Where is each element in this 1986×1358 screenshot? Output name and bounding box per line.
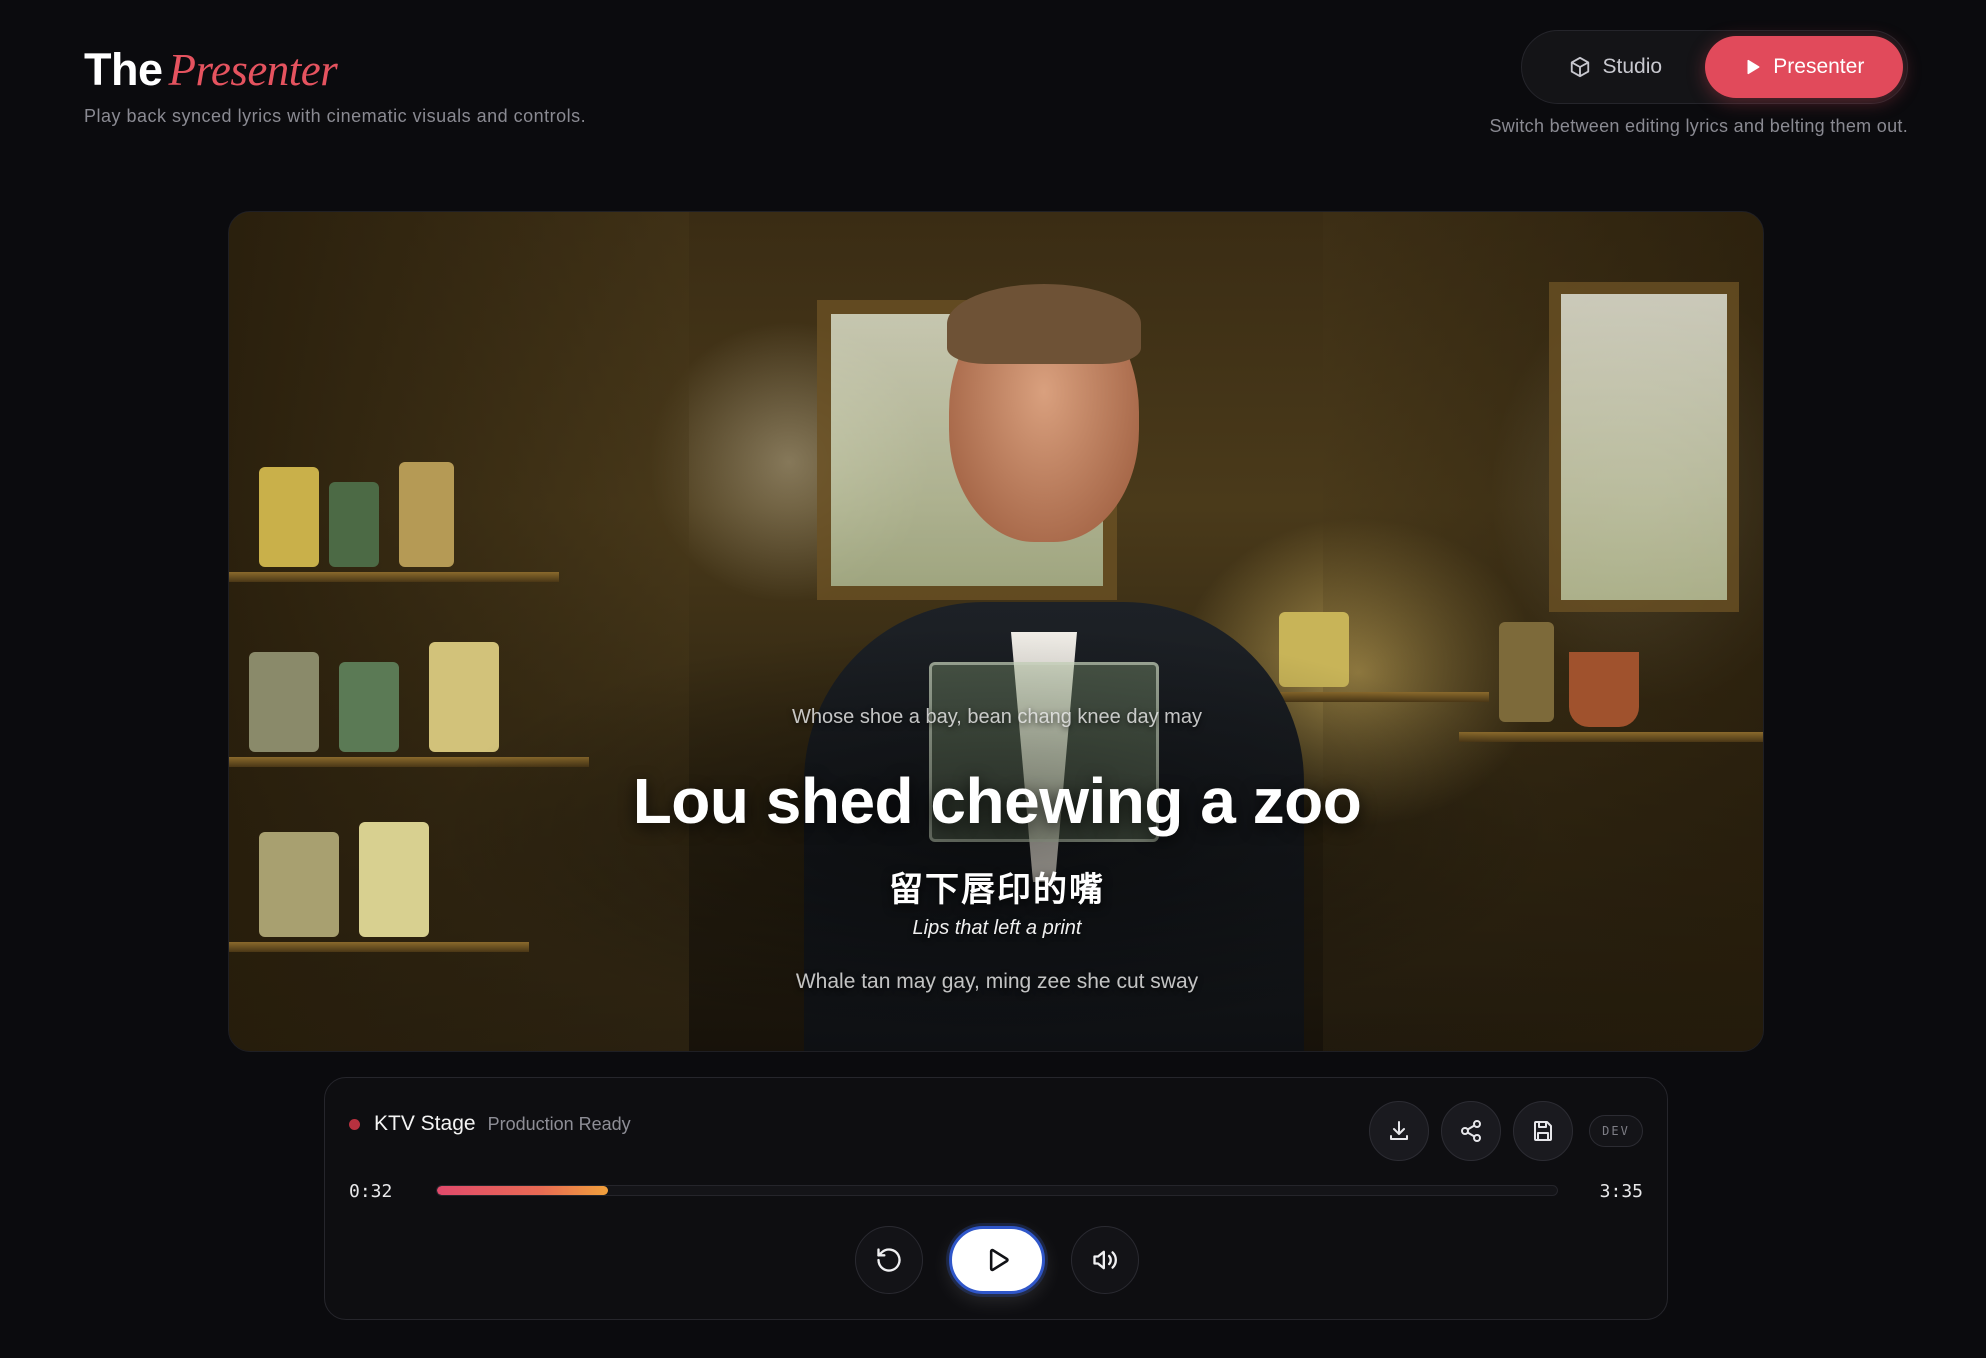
transport-controls	[325, 1226, 1669, 1294]
total-time: 3:35	[1599, 1181, 1643, 1202]
title-presenter: Presenter	[168, 45, 338, 95]
save-icon	[1534, 1121, 1552, 1141]
progress-track[interactable]	[436, 1185, 1558, 1196]
presenter-mode-button[interactable]: Presenter	[1704, 36, 1903, 98]
restart-icon	[877, 1248, 901, 1272]
play-icon	[1747, 59, 1760, 75]
volume-button[interactable]	[1071, 1226, 1139, 1294]
progress-fill	[437, 1186, 609, 1195]
status-dot	[349, 1118, 360, 1130]
presenter-mode-label: Presenter	[1773, 55, 1865, 78]
download-icon	[1390, 1121, 1408, 1140]
dev-badge[interactable]: DEV	[1589, 1115, 1643, 1147]
lyric-stage: Whose shoe a bay, bean chang knee day ma…	[228, 211, 1764, 1052]
panel-header: KTV Stage Production Ready	[349, 1112, 631, 1136]
presenter-page: The Presenter Play back synced lyrics wit…	[0, 0, 1986, 1358]
page-subtitle: Play back synced lyrics with cinematic v…	[84, 106, 587, 126]
restart-button[interactable]	[855, 1226, 923, 1294]
save-button[interactable]	[1513, 1101, 1573, 1161]
lyric-current-hanzi: 留下唇印的嘴	[889, 870, 1105, 910]
mode-switch: Studio Presenter	[1521, 30, 1908, 104]
status-label: Production Ready	[487, 1113, 631, 1134]
brand: The Presenter Play back synced lyrics wit…	[84, 44, 586, 127]
playback-panel: KTV Stage Production Ready DEV 0:32 3:35	[324, 1077, 1668, 1320]
studio-mode-button[interactable]: Studio	[1526, 36, 1705, 98]
share-button[interactable]	[1441, 1101, 1501, 1161]
download-button[interactable]	[1369, 1101, 1429, 1161]
volume-icon	[1093, 1250, 1117, 1270]
current-time: 0:32	[349, 1181, 393, 1202]
studio-mode-label: Studio	[1602, 55, 1663, 78]
lyric-next-line: Whale tan may gay, ming zee she cut sway	[795, 970, 1199, 993]
title-the: The	[84, 44, 163, 95]
play-button[interactable]	[949, 1226, 1045, 1294]
page-title: The Presenter	[84, 44, 586, 96]
mode-caption: Switch between editing lyrics and beltin…	[1489, 116, 1908, 136]
play-icon	[989, 1248, 1009, 1272]
stage-name: KTV Stage	[374, 1112, 476, 1135]
lyric-current-line: Lou shed chewing a zoo	[632, 765, 1362, 837]
lyric-current-translation: Lips that left a print	[912, 917, 1082, 939]
tool-row: DEV	[1369, 1101, 1643, 1161]
lyric-previous-line: Whose shoe a bay, bean chang knee day ma…	[792, 706, 1202, 728]
share-icon	[1461, 1120, 1481, 1142]
cube-icon	[1570, 56, 1589, 78]
